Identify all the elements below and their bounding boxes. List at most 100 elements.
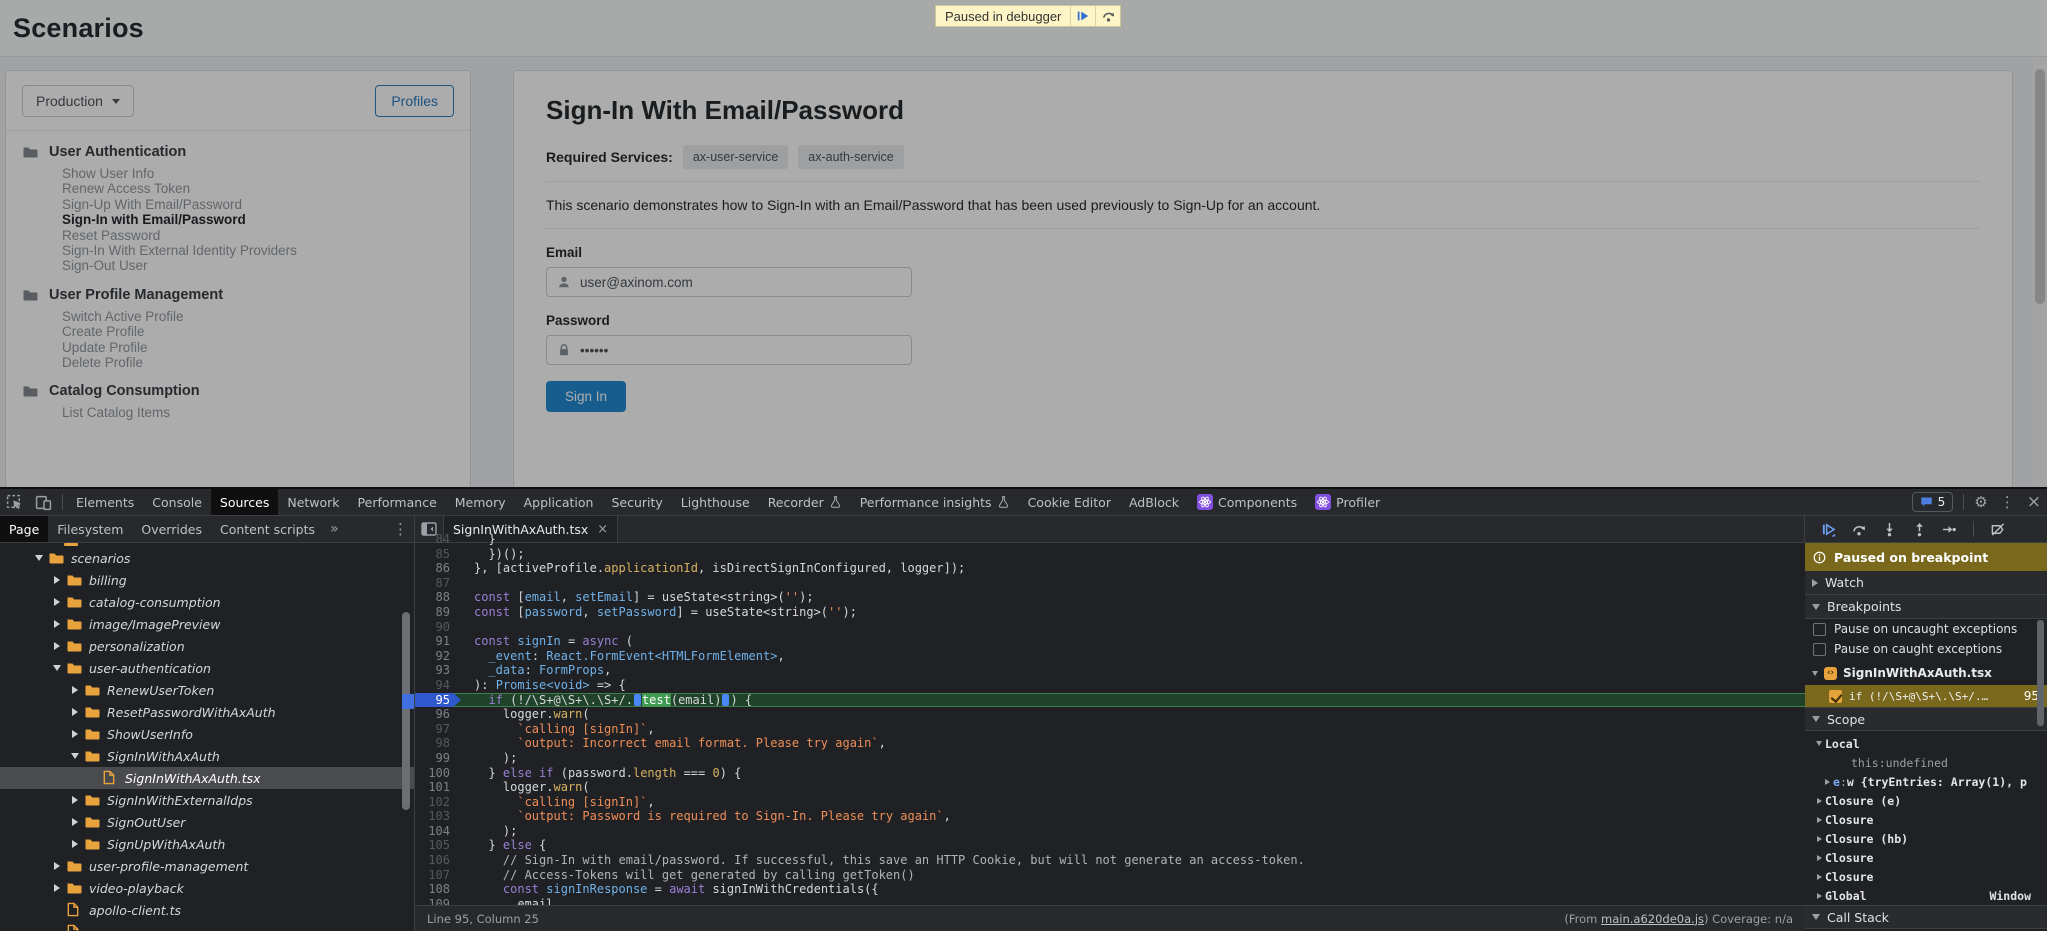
tree-folder[interactable]: ResetPasswordWithAxAuth	[0, 701, 414, 723]
chevron-right-icon[interactable]	[1813, 855, 1825, 861]
tree-folder[interactable]: image/ImagePreview	[0, 613, 414, 635]
code-text[interactable]	[461, 620, 1805, 635]
navigator-kebab-icon[interactable]: ⋮	[387, 516, 414, 542]
line-number[interactable]: 94	[415, 678, 461, 693]
line-number[interactable]: 108	[415, 882, 461, 897]
line-number[interactable]: 91	[415, 634, 461, 649]
issues-counter[interactable]: 5	[1912, 492, 1954, 512]
tree-folder[interactable]: video-playback	[0, 877, 414, 899]
step-over-button[interactable]	[1851, 522, 1867, 537]
tree-folder[interactable]: user-authentication	[0, 657, 414, 679]
chevron-right-icon[interactable]	[1821, 779, 1833, 785]
line-number[interactable]: 96	[415, 707, 461, 722]
scope-row[interactable]: Closure (hb)	[1805, 829, 2047, 848]
navigator-tab-content-scripts[interactable]: Content scripts	[211, 516, 324, 542]
code-text[interactable]: const signInResponse = await signInWithC…	[461, 882, 1805, 897]
code-text[interactable]: if (!/\S+@\S+\.\S+/.test(email)) {	[461, 693, 1805, 708]
line-number[interactable]: 102	[415, 795, 461, 810]
tree-folder[interactable]: user-profile-management	[0, 855, 414, 877]
chevron-right-icon[interactable]	[1813, 836, 1825, 842]
code-text[interactable]: `calling [signIn]`,	[461, 795, 1805, 810]
devtools-tab-application[interactable]: Application	[515, 489, 603, 515]
breakpoint-checkbox[interactable]	[1829, 690, 1842, 703]
tree-file[interactable]: apollo-client.ts	[0, 899, 414, 921]
line-number[interactable]: 97	[415, 722, 461, 737]
close-devtools-icon[interactable]: ×	[2021, 489, 2047, 515]
tree-folder[interactable]: catalog-consumption	[0, 591, 414, 613]
line-number[interactable]: 95	[415, 693, 461, 708]
code-text[interactable]: `calling [signIn]`,	[461, 722, 1805, 737]
code-text[interactable]: `output: Incorrect email format. Please …	[461, 736, 1805, 751]
line-number[interactable]: 99	[415, 751, 461, 766]
devtools-tab-recorder[interactable]: Recorder	[759, 489, 851, 515]
step-into-button[interactable]	[1882, 522, 1897, 537]
chevron-right-icon[interactable]	[50, 620, 64, 628]
line-number[interactable]: 89	[415, 605, 461, 620]
code-text[interactable]: } else if (password.length === 0) {	[461, 766, 1805, 781]
line-number[interactable]: 88	[415, 590, 461, 605]
resume-button[interactable]	[1821, 522, 1836, 537]
breakpoint-entry[interactable]: if (!/\S+@\S+\.\S+/.… 95	[1805, 685, 2047, 707]
line-number[interactable]: 98	[415, 736, 461, 751]
code-text[interactable]	[461, 576, 1805, 591]
navigator-tab-overrides[interactable]: Overrides	[132, 516, 211, 542]
line-number[interactable]: 90	[415, 620, 461, 635]
navigator-tab-filesystem[interactable]: Filesystem	[48, 516, 132, 542]
chevron-right-icon[interactable]	[1813, 798, 1825, 804]
devtools-tab-profiler[interactable]: Profiler	[1306, 489, 1389, 515]
deactivate-breakpoints-button[interactable]	[1990, 522, 2006, 537]
line-number[interactable]: 107	[415, 868, 461, 883]
chevron-down-icon[interactable]	[32, 555, 46, 561]
chevron-right-icon[interactable]	[68, 686, 82, 694]
devtools-tab-memory[interactable]: Memory	[446, 489, 515, 515]
chevron-right-icon[interactable]	[50, 576, 64, 584]
devtools-tab-lighthouse[interactable]: Lighthouse	[672, 489, 759, 515]
devtools-tab-cookie-editor[interactable]: Cookie Editor	[1019, 489, 1120, 515]
scope-row[interactable]: Closure (e)	[1805, 791, 2047, 810]
code-text[interactable]: `output: Password is required to Sign-In…	[461, 809, 1805, 824]
chevron-down-icon[interactable]	[1813, 741, 1825, 746]
tree-folder[interactable]: SignUpWithAxAuth	[0, 833, 414, 855]
devtools-tab-elements[interactable]: Elements	[67, 489, 143, 515]
line-number[interactable]: 101	[415, 780, 461, 795]
line-number[interactable]: 106	[415, 853, 461, 868]
tree-folder[interactable]: billing	[0, 569, 414, 591]
code-text[interactable]: );	[461, 751, 1805, 766]
tree-folder[interactable]: ShowUserInfo	[0, 723, 414, 745]
navigator-tab-page[interactable]: Page	[0, 516, 48, 542]
tree-folder[interactable]: RenewUserToken	[0, 679, 414, 701]
chevron-right-icon[interactable]	[1813, 817, 1825, 823]
step-over-button[interactable]	[1095, 6, 1120, 26]
step-out-button[interactable]	[1912, 522, 1927, 537]
code-text[interactable]: })();	[461, 547, 1805, 562]
line-number[interactable]: 105	[415, 838, 461, 853]
code-text[interactable]: logger.warn(	[461, 780, 1805, 795]
code-text[interactable]: const signIn = async (	[461, 634, 1805, 649]
line-number[interactable]: 84	[415, 532, 461, 547]
pause-caught-checkbox[interactable]	[1813, 643, 1826, 656]
line-number[interactable]: 109	[415, 897, 461, 905]
code-text[interactable]: logger.warn(	[461, 707, 1805, 722]
navigator-scrollbar-thumb[interactable]	[402, 612, 410, 810]
chevron-right-icon[interactable]	[50, 598, 64, 606]
call-stack-section-header[interactable]: Call Stack	[1805, 905, 2047, 929]
line-number[interactable]: 86	[415, 561, 461, 576]
code-text[interactable]: );	[461, 824, 1805, 839]
devtools-tab-network[interactable]: Network	[278, 489, 348, 515]
scope-row[interactable]: GlobalWindow	[1805, 886, 2047, 905]
more-tabs-icon[interactable]: »	[324, 516, 345, 542]
tree-folder[interactable]: scenarios	[0, 547, 414, 569]
tree-folder[interactable]: SignInWithAxAuth	[0, 745, 414, 767]
resume-script-button[interactable]	[1070, 6, 1095, 26]
scope-row[interactable]: Closure	[1805, 848, 2047, 867]
chevron-right-icon[interactable]	[1813, 874, 1825, 880]
code-text[interactable]: _data: FormProps,	[461, 663, 1805, 678]
line-number[interactable]: 85	[415, 547, 461, 562]
scope-row[interactable]: Local	[1805, 734, 2047, 753]
breakpoint-file-group[interactable]: ‹› SignInWithAxAuth.tsx	[1805, 664, 2047, 682]
code-text[interactable]: }	[461, 532, 1805, 547]
watch-section-header[interactable]: Watch	[1805, 571, 2047, 595]
code-text[interactable]: ): Promise<void> => {	[461, 678, 1805, 693]
code-text[interactable]: } else {	[461, 838, 1805, 853]
pause-uncaught-checkbox[interactable]	[1813, 623, 1826, 636]
